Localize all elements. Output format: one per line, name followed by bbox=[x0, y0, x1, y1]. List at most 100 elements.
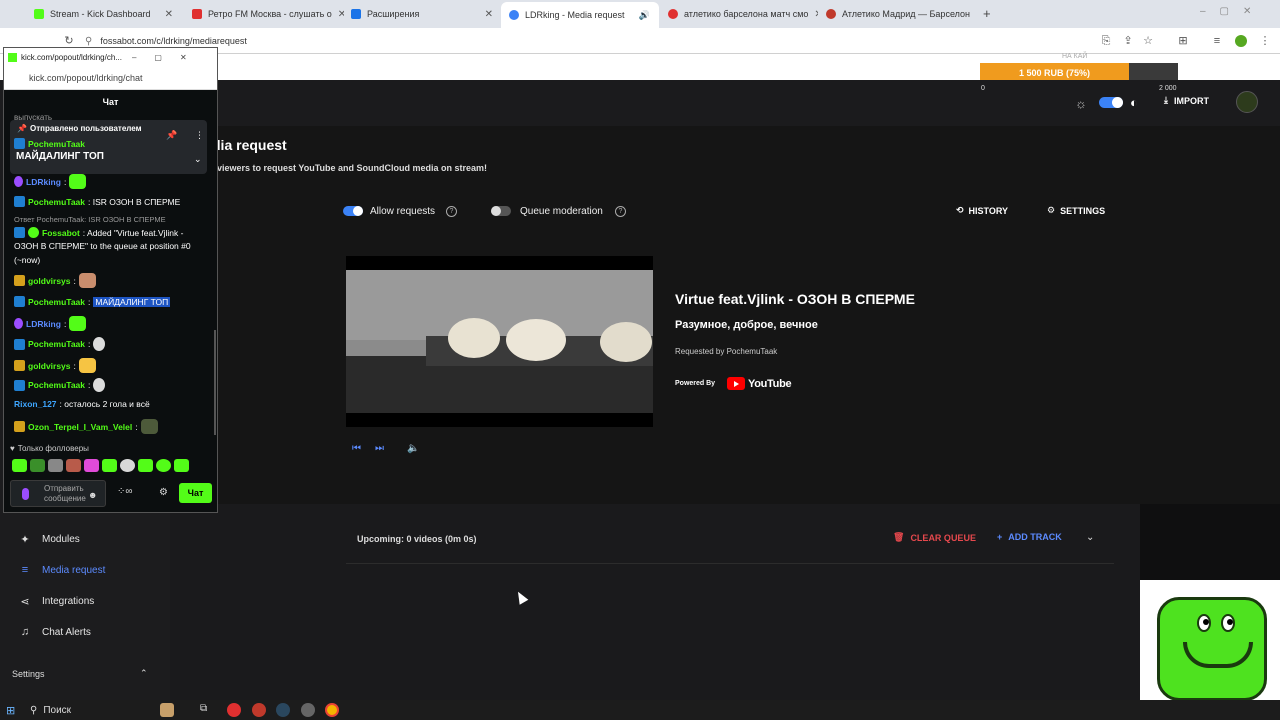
emote-icon[interactable] bbox=[156, 459, 171, 472]
tab-media-request[interactable]: LDRking - Media request 🔊 ✕ bbox=[501, 2, 659, 28]
popup-window-controls[interactable]: –▢✕ bbox=[132, 53, 205, 62]
add-track-button[interactable]: + ADD TRACK bbox=[997, 532, 1062, 542]
emote-icon[interactable] bbox=[84, 459, 99, 472]
reply-reference[interactable]: Ответ PochemuTaak: ISR ОЗОН В СПЕРМЕ bbox=[14, 215, 166, 224]
window-controls[interactable]: –▢✕ bbox=[1200, 6, 1265, 17]
video-player[interactable] bbox=[346, 256, 653, 427]
emote-icon[interactable] bbox=[174, 459, 189, 472]
site-info-icon[interactable]: ⚲ bbox=[85, 36, 92, 47]
address-field[interactable]: ⚲ fossabot.com/c/ldrking/mediarequest bbox=[85, 31, 1115, 51]
queue-moderation-toggle[interactable] bbox=[491, 206, 511, 216]
username[interactable]: LDRking bbox=[26, 319, 61, 329]
import-button[interactable]: ⤓ IMPORT bbox=[1164, 95, 1209, 106]
user-avatar[interactable] bbox=[1236, 91, 1258, 113]
install-icon[interactable]: ⇪ bbox=[1121, 34, 1135, 48]
gear-icon[interactable]: ⚙ bbox=[159, 487, 168, 498]
translate-icon[interactable]: ⎘ bbox=[1099, 34, 1113, 48]
close-icon[interactable]: ✕ bbox=[485, 9, 493, 20]
os-taskbar bbox=[0, 700, 1280, 720]
username[interactable]: Rixon_127 bbox=[14, 399, 57, 409]
sidebar-item-integrations[interactable]: ⋖ Integrations bbox=[18, 591, 94, 611]
username[interactable]: Fossabot bbox=[42, 228, 80, 238]
yandex-browser-icon[interactable] bbox=[227, 703, 241, 717]
close-icon[interactable]: ✕ bbox=[165, 9, 173, 20]
tab-label: атлетико барселона матч смо bbox=[684, 9, 809, 19]
help-icon[interactable]: ? bbox=[446, 206, 457, 217]
username[interactable]: PochemuTaak bbox=[28, 197, 85, 207]
emote-icon[interactable] bbox=[12, 459, 27, 472]
emoji-icon[interactable]: ☻ bbox=[88, 490, 97, 500]
sidebar-item-media-request[interactable]: ≡ Media request bbox=[18, 560, 106, 580]
theme-toggle[interactable] bbox=[1099, 97, 1123, 108]
mascot-pupil bbox=[1227, 619, 1233, 625]
settings-button[interactable]: ⚙ SETTINGS bbox=[1047, 205, 1105, 216]
menu-icon[interactable]: ⋮ bbox=[1258, 34, 1272, 48]
help-icon[interactable]: ? bbox=[615, 206, 626, 217]
chat-users-icon[interactable]: ⁘∞ bbox=[117, 486, 133, 497]
previous-icon[interactable]: ⏮ bbox=[352, 443, 361, 454]
chrome-icon[interactable] bbox=[325, 703, 339, 717]
username[interactable]: PochemuTaak bbox=[28, 297, 85, 307]
star-icon[interactable]: ☆ bbox=[1141, 34, 1155, 48]
next-icon[interactable]: ⏭ bbox=[375, 443, 384, 454]
widgets-icon[interactable] bbox=[160, 703, 174, 717]
heart-icon: ♥ bbox=[10, 444, 15, 453]
emote-icon[interactable] bbox=[102, 459, 117, 472]
tab-atletico-1[interactable]: атлетико барселона матч смо ✕ bbox=[660, 3, 818, 25]
sidebar-item-modules[interactable]: ✦ Modules bbox=[18, 529, 79, 549]
upcoming-count: Upcoming: 0 videos (0m 0s) bbox=[357, 534, 477, 544]
taskbar-search[interactable]: ⚲ Поиск bbox=[30, 702, 71, 718]
sidebar-item-chat-alerts[interactable]: ♫ Chat Alerts bbox=[18, 622, 91, 642]
mascot-eye bbox=[1197, 614, 1211, 632]
profile-avatar[interactable] bbox=[1235, 35, 1247, 47]
input-placeholder: Отправить сообщение bbox=[44, 484, 86, 503]
tab-retro-fm[interactable]: Ретро FM Москва - слушать о ✕ bbox=[184, 3, 344, 25]
tab-atletico-2[interactable]: Атлетико Мадрид — Барселон ✕ bbox=[818, 3, 976, 25]
sidebar-settings-section[interactable]: Settings bbox=[12, 669, 45, 679]
chat-message-input[interactable]: Отправить сообщение ☻ bbox=[10, 480, 106, 507]
steam-icon[interactable] bbox=[276, 703, 290, 717]
emote-icon[interactable] bbox=[30, 459, 45, 472]
popup-address[interactable]: kick.com/popout/ldrking/chat bbox=[4, 66, 217, 90]
tab-extensions[interactable]: Расширения ✕ bbox=[343, 3, 501, 25]
history-button[interactable]: ⟲ HISTORY bbox=[956, 205, 1008, 216]
chat-scrollbar[interactable] bbox=[214, 330, 216, 435]
username[interactable]: goldvirsys bbox=[28, 361, 71, 371]
emote-icon[interactable] bbox=[120, 459, 135, 472]
emote-icon[interactable] bbox=[48, 459, 63, 472]
popup-title: kick.com/popout/ldrking/ch... bbox=[21, 52, 122, 62]
selected-text: МАЙДАЛИНГ ТОП bbox=[93, 296, 171, 307]
speaker-icon[interactable]: 🔊 bbox=[639, 10, 650, 21]
allow-requests-toggle[interactable] bbox=[343, 206, 363, 216]
windows-start-icon[interactable]: ⊞ bbox=[6, 704, 15, 717]
reload-icon[interactable]: ↻ bbox=[62, 34, 76, 48]
username[interactable]: PochemuTaak bbox=[28, 380, 85, 390]
more-icon[interactable]: ⋮ bbox=[195, 130, 204, 141]
emote-icon[interactable] bbox=[138, 459, 153, 472]
username[interactable]: PochemuTaak bbox=[28, 139, 85, 149]
chevron-up-icon[interactable]: ⌃ bbox=[140, 668, 148, 679]
pin-toggle-icon[interactable]: 📌 bbox=[166, 130, 177, 141]
sparkle-icon: ✦ bbox=[20, 533, 30, 546]
moderator-badge-icon bbox=[14, 196, 25, 207]
volume-icon[interactable]: 🔈 bbox=[407, 443, 419, 454]
yandex-icon[interactable] bbox=[252, 703, 266, 717]
task-view-icon[interactable]: ⧉ bbox=[200, 703, 214, 717]
emote-icon bbox=[93, 337, 106, 351]
chevron-down-icon[interactable]: ⌄ bbox=[1086, 532, 1094, 543]
tab-kick-dashboard[interactable]: Stream - Kick Dashboard ✕ bbox=[26, 3, 181, 25]
pinned-author: PochemuTaak bbox=[14, 138, 85, 149]
clock-icon[interactable] bbox=[301, 703, 315, 717]
emote-icon[interactable] bbox=[66, 459, 81, 472]
username[interactable]: Ozon_Terpel_I_Vam_Velel bbox=[28, 422, 132, 432]
chevron-down-icon[interactable]: ⌄ bbox=[194, 154, 202, 165]
new-tab-button[interactable]: + bbox=[983, 6, 991, 21]
clear-queue-button[interactable]: 🗑 CLEAR QUEUE bbox=[893, 532, 976, 543]
media-control-icon[interactable]: ≡ bbox=[1210, 34, 1224, 48]
send-chat-button[interactable]: Чат bbox=[179, 483, 212, 503]
username[interactable]: goldvirsys bbox=[28, 276, 71, 286]
track-requested-by: Requested by PochemuTaak bbox=[675, 347, 778, 356]
username[interactable]: LDRking bbox=[26, 177, 61, 187]
extensions-icon[interactable]: ⊞ bbox=[1176, 34, 1190, 48]
username[interactable]: PochemuTaak bbox=[28, 339, 85, 349]
